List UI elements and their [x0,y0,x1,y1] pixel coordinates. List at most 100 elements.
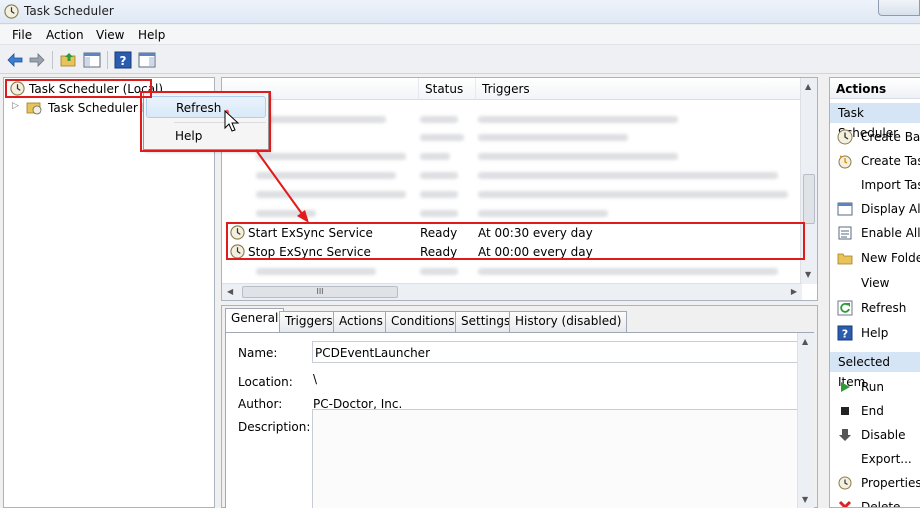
action-label: Import Task [861,178,920,192]
actions-pane: Actions Task Scheduler Create Basi Creat… [829,77,920,508]
task-row-obscured[interactable] [226,146,798,165]
svg-text:?: ? [120,54,127,68]
context-menu-help[interactable]: Help [146,125,266,147]
clock-icon [4,4,19,19]
task-row-obscured[interactable] [226,127,798,146]
play-icon [841,382,850,392]
window-control-button[interactable] [878,0,920,16]
task-row-obscured[interactable] [226,203,798,222]
clock-icon [837,129,853,145]
scroll-thumb[interactable]: III [242,286,398,298]
action-label: Enable All T [861,226,920,240]
show-hide-action-pane-icon[interactable] [138,51,156,69]
menu-view[interactable]: View [96,28,124,42]
show-hide-console-tree-icon[interactable] [83,51,101,69]
action-end[interactable]: End [830,399,920,423]
tab-general[interactable]: General [225,308,285,333]
section-selected-item[interactable]: Selected Item [830,352,920,389]
location-value: \ [313,372,318,386]
task-row[interactable]: Start ExSync Service Ready At 00:30 ever… [226,223,798,242]
tab-actions[interactable]: Actions [333,311,389,332]
forward-arrow-icon[interactable] [28,51,46,69]
context-menu-label: Help [175,129,203,143]
action-run[interactable]: Run [830,375,920,399]
up-folder-icon[interactable] [60,51,78,69]
stop-icon [841,407,849,415]
action-create-basic-task[interactable]: Create Basi [830,125,920,149]
task-row-obscured[interactable] [226,184,798,203]
action-label: Delete [861,500,901,508]
action-label: New Folder [861,251,920,265]
task-row-obscured[interactable] [226,109,798,128]
down-arrow-icon [839,429,851,441]
tab-settings[interactable]: Settings [455,311,517,332]
scroll-up-icon[interactable]: ▲ [805,82,811,91]
action-refresh[interactable]: Refresh [830,296,920,320]
actions-header: Actions [830,79,920,99]
tree-item-task-scheduler-local[interactable]: Task Scheduler (Local) [8,80,163,98]
scroll-up-icon[interactable]: ▲ [802,337,808,346]
location-label: Location: [238,375,293,389]
action-label: Create Basi [861,130,920,144]
menu-action[interactable]: Action [46,28,84,42]
action-properties[interactable]: Properties [830,471,920,495]
task-status: Ready [420,226,458,240]
general-tab-content: Name: PCDEventLauncher Location: \ Autho… [225,332,814,508]
action-view[interactable]: View [830,271,920,295]
column-header-status[interactable]: Status [418,78,475,100]
task-details: General Triggers Actions Conditions Sett… [221,305,818,508]
details-vertical-scrollbar[interactable]: ▲ ▼ [797,333,814,508]
expand-arrow-icon[interactable]: ▷ [12,101,19,111]
action-import-task[interactable]: Import Task [830,173,920,197]
scroll-down-icon[interactable]: ▼ [802,495,808,504]
section-task-scheduler[interactable]: Task Scheduler [830,103,920,140]
menu-bar: File Action View Help [0,25,920,45]
task-name: Stop ExSync Service [248,245,371,259]
scroll-thumb[interactable] [803,174,815,224]
action-label: Export... [861,452,912,466]
tab-history[interactable]: History (disabled) [509,311,628,332]
title-bar: Task Scheduler [0,0,920,24]
help-icon: ? [837,325,853,341]
clock-icon [10,81,25,96]
action-label: View [861,276,890,290]
action-create-task[interactable]: Create Task [830,149,920,173]
delete-x-icon [838,500,852,507]
scroll-left-icon[interactable]: ◀ [227,287,233,296]
clock-icon [230,244,245,259]
action-disable[interactable]: Disable [830,423,920,447]
action-export[interactable]: Export... [830,447,920,471]
folder-clock-icon [26,102,42,115]
task-list-horizontal-scrollbar[interactable]: ◀ III ▶ [222,283,802,300]
action-label: Help [861,326,889,340]
scroll-right-icon[interactable]: ▶ [791,287,797,296]
tab-conditions[interactable]: Conditions [385,311,461,332]
description-field[interactable] [312,409,802,508]
action-delete[interactable]: Delete [830,495,920,508]
task-row-obscured[interactable] [226,165,798,184]
name-label: Name: [238,346,278,360]
action-help[interactable]: ? Help [830,321,920,345]
tab-triggers[interactable]: Triggers [279,311,339,332]
action-display-all-running[interactable]: Display All [830,197,920,221]
menu-file[interactable]: File [12,28,32,42]
scroll-down-icon[interactable]: ▼ [805,270,811,279]
action-enable-all-history[interactable]: Enable All T [830,221,920,245]
task-name: Start ExSync Service [248,226,373,240]
task-row-obscured[interactable] [226,261,798,280]
task-row[interactable]: Stop ExSync Service Ready At 00:00 every… [226,242,798,261]
task-list-vertical-scrollbar[interactable]: ▲ ▼ [800,78,817,284]
help-icon[interactable]: ? [114,51,132,69]
task-trigger: At 00:30 every day [478,226,593,240]
action-label: Properties [861,476,920,490]
clock-icon [838,476,852,490]
window-list-icon [837,202,853,216]
action-label: End [861,404,884,418]
action-new-folder[interactable]: New Folder [830,246,920,270]
back-arrow-icon[interactable] [6,51,24,69]
menu-help[interactable]: Help [138,28,165,42]
refresh-icon [837,300,853,316]
context-menu-refresh[interactable]: Refresh [146,96,266,118]
column-header-triggers[interactable]: Triggers [475,78,802,100]
context-menu-label: Refresh [176,101,222,115]
